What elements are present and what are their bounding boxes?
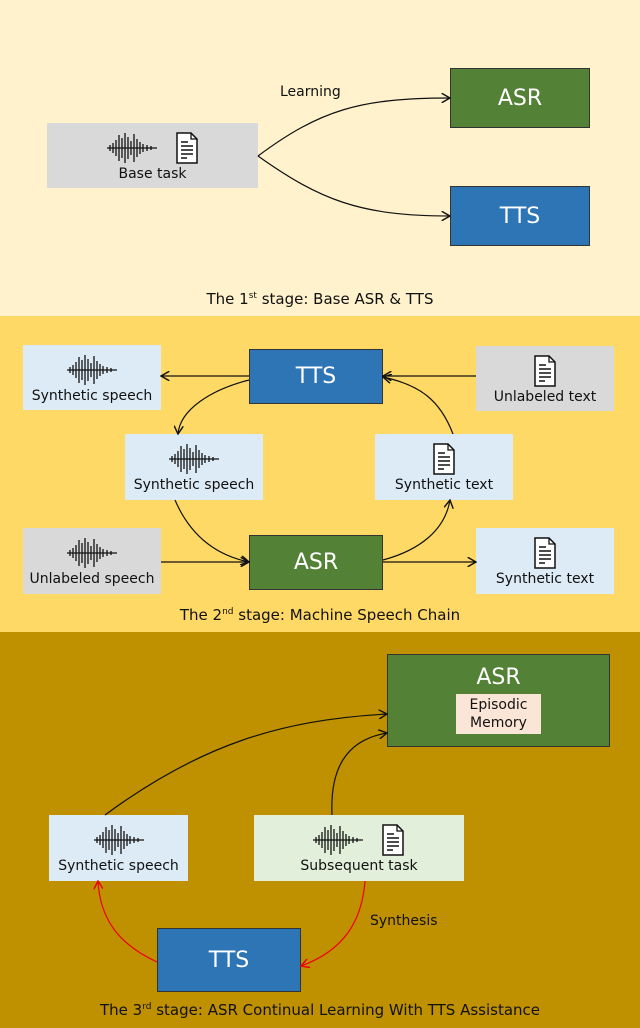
base-task-box: Base task (47, 123, 258, 188)
unlabeled-text-box: Unlabeled text (476, 346, 614, 411)
stage3-caption: The 3rd stage: ASR Continual Learning Wi… (99, 1001, 541, 1019)
waveform-icon (67, 354, 117, 386)
stage1-caption: The 1st stage: Base ASR & TTS (206, 290, 434, 308)
episodic-memory-box: Episodic Memory (455, 694, 542, 734)
synthetic-speech-label: Synthetic speech (31, 387, 153, 404)
synthesis-label: Synthesis (370, 913, 438, 929)
asr-box: ASR Episodic Memory (387, 654, 610, 747)
base-task-label: Base task (118, 165, 187, 182)
asr-label: ASR (497, 85, 543, 111)
asr-box: ASR (450, 68, 590, 128)
synthetic-text-label: Synthetic text (495, 571, 595, 587)
synthetic-speech-box: Synthetic speech (23, 345, 161, 410)
synthetic-text-label: Synthetic text (394, 477, 494, 493)
stage2-caption: The 2nd stage: Machine Speech Chain (179, 606, 461, 624)
tts-label: TTS (295, 364, 337, 389)
tts-box: TTS (157, 928, 301, 992)
tts-box: TTS (249, 349, 383, 404)
document-icon (533, 355, 557, 387)
tts-box: TTS (450, 186, 590, 246)
unlabeled-text-label: Unlabeled text (493, 388, 597, 405)
tts-label: TTS (499, 203, 541, 229)
waveform-icon (313, 824, 363, 856)
asr-label: ASR (476, 665, 521, 690)
unlabeled-speech-box: Unlabeled speech (23, 528, 161, 594)
asr-box: ASR (249, 535, 383, 590)
document-icon (175, 132, 199, 164)
document-icon (533, 537, 557, 569)
waveform-icon (107, 132, 157, 164)
subsequent-task-box: Subsequent task (254, 815, 464, 881)
synthetic-text-box: Synthetic text (375, 434, 513, 500)
synthetic-speech-box: Synthetic speech (125, 434, 263, 500)
waveform-icon (169, 443, 219, 475)
tts-label: TTS (208, 947, 250, 973)
document-icon (381, 824, 405, 856)
synthetic-speech-label: Synthetic speech (133, 477, 255, 493)
learning-label: Learning (280, 84, 341, 100)
synthetic-speech-box: Synthetic speech (49, 815, 188, 881)
asr-label: ASR (293, 550, 339, 575)
subsequent-task-label: Subsequent task (300, 858, 418, 874)
waveform-icon (94, 824, 144, 856)
synthetic-text-box: Synthetic text (476, 528, 614, 594)
document-icon (432, 443, 456, 475)
waveform-icon (67, 537, 117, 569)
unlabeled-speech-label: Unlabeled speech (29, 571, 155, 587)
synthetic-speech-label: Synthetic speech (58, 858, 179, 874)
